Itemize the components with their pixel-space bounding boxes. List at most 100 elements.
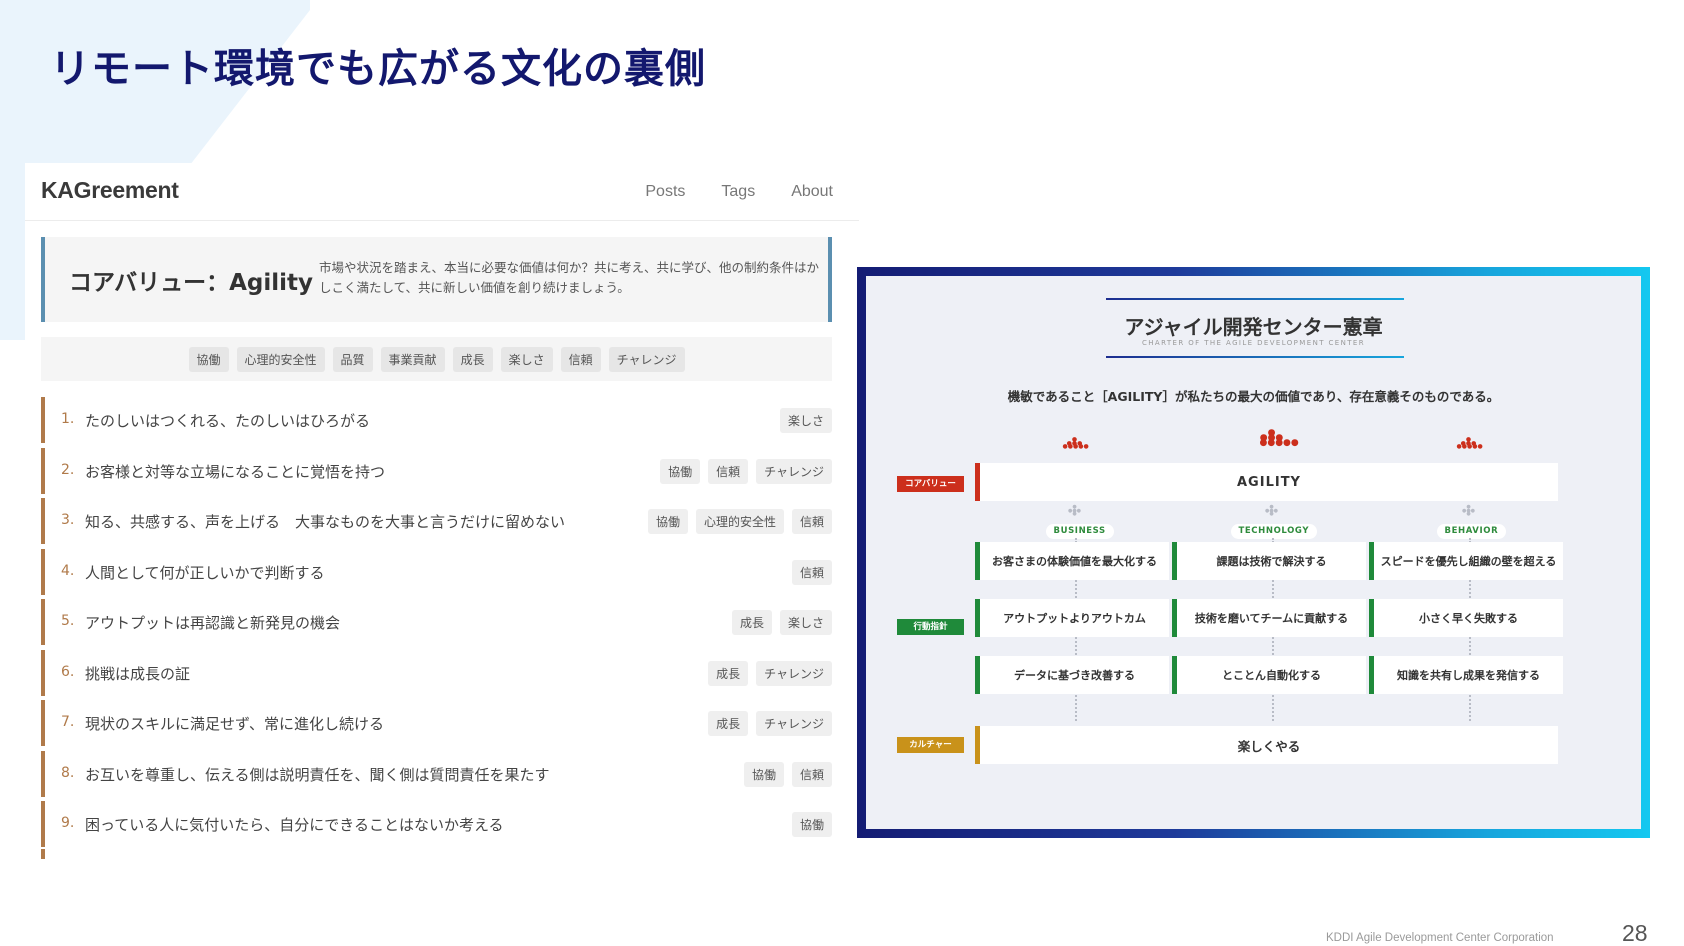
value-tags: 信頼 <box>791 559 832 585</box>
value-number: 5. <box>61 613 75 629</box>
dot-triangle-icon: ● ●●● ●●●●● <box>1062 436 1089 450</box>
action-card: とことん自動化する <box>1177 656 1366 694</box>
action-card: 課題は技術で解決する <box>1177 542 1366 580</box>
value-item[interactable]: 2. お客様と対等な立場になることに覚悟を持つ 協働 信頼 チャレンジ <box>41 447 832 494</box>
dotted-connector <box>1074 580 1077 598</box>
value-tags: 協働 <box>791 812 832 837</box>
value-tag[interactable]: 協働 <box>743 761 784 787</box>
value-item[interactable]: 8. お互いを尊重し、伝える側は説明責任を、聞く側は質問責任を果たす 協働 信頼 <box>41 750 832 797</box>
value-text[interactable]: アウトプットは再認識と新発見の機会 <box>85 612 340 633</box>
values-list: 1. たのしいはつくれる、たのしいはひろがる 楽しさ 2. お客様と対等な立場になること… <box>41 397 832 852</box>
dotted-connector <box>1271 637 1274 655</box>
tag-filter[interactable]: 楽しさ <box>500 346 553 372</box>
value-text[interactable]: お客様と対等な立場になることに覚悟を持つ <box>85 461 385 482</box>
core-value-label: コアバリュー <box>897 476 964 492</box>
dot-cross-icon: ● ●●● ● <box>1461 504 1476 517</box>
dot-cross-icon: ● ●●● ● <box>1067 504 1082 517</box>
column-pill: BEHAVIOR <box>1436 524 1507 539</box>
value-tag[interactable]: 楽しさ <box>779 408 832 433</box>
tag-filter-bar: 協働 心理的安全性 品質 事業貢献 成長 楽しさ 信頼 チャレンジ <box>41 337 832 381</box>
dotted-connector <box>1468 580 1471 598</box>
dot-triangle-icon: ● ●●● ●●●●● <box>1456 436 1483 450</box>
value-number: 4. <box>61 562 75 579</box>
value-tag[interactable]: 協働 <box>660 458 701 484</box>
value-tag[interactable]: 信頼 <box>791 559 832 585</box>
value-tag[interactable]: 成長 <box>731 610 772 635</box>
value-tags: 楽しさ <box>779 408 832 433</box>
value-tag[interactable]: 成長 <box>708 660 749 686</box>
value-text[interactable]: 挑戦は成長の証 <box>85 663 190 684</box>
action-card: スピードを優先し組織の壁を超える <box>1374 542 1563 580</box>
value-tags: 成長 チャレンジ <box>708 660 832 686</box>
value-item[interactable]: 1. たのしいはつくれる、たのしいはひろがる 楽しさ <box>41 397 832 443</box>
value-tag[interactable]: 心理的安全性 <box>695 509 784 534</box>
hero-description: 市場や状況を踏まえ、本当に必要な価値は何か？共に考え、共に学び、他の制約条件はか… <box>319 260 820 295</box>
value-tags: 協働 心理的安全性 信頼 <box>647 509 832 534</box>
value-item[interactable]: 4. 人間として何が正しいかで判断する 信頼 <box>41 548 832 595</box>
value-item[interactable]: 3. 知る、共感する、声を上げる 大事なものを大事と言うだけに留めない 協働 心理的安… <box>41 498 832 544</box>
tag-filter[interactable]: 信頼 <box>560 346 601 372</box>
slide-title: リモート環境でも広がる文化の裏側 <box>50 46 706 92</box>
dotted-connector <box>1468 695 1471 721</box>
value-text[interactable]: 知る、共感する、声を上げる 大事なものを大事と言うだけに留めない <box>85 511 565 532</box>
value-tag[interactable]: チャレンジ <box>756 711 832 736</box>
action-card: アウトプットよりアウトカム <box>980 599 1169 637</box>
value-item[interactable]: 7. 現状のスキルに満足せず、常に進化し続ける 成長 チャレンジ <box>41 700 832 746</box>
value-tag[interactable]: チャレンジ <box>756 660 832 686</box>
charter-mission: 機敏であること［AGILITY］が私たちの最大の価値であり、存在意義そのものであ… <box>1007 389 1500 404</box>
value-text[interactable]: 現状のスキルに満足せず、常に進化し続ける <box>85 713 384 734</box>
value-tag[interactable]: 信頼 <box>791 509 832 534</box>
dot-triangle-icon: ● ●●● ●●●●● <box>1259 428 1299 448</box>
value-tag[interactable]: 成長 <box>708 711 749 736</box>
charter-image: アジャイル開発センター憲章 CHARTER OF THE AGILE DEVEL… <box>857 267 1650 838</box>
nav-posts[interactable]: Posts <box>645 183 685 201</box>
tag-filter[interactable]: 品質 <box>332 346 373 372</box>
value-tag[interactable]: 信頼 <box>791 761 832 787</box>
column-pill: BUSINESS <box>1045 524 1114 539</box>
action-card: データに基づき改善する <box>980 656 1169 694</box>
value-tags: 成長 チャレンジ <box>708 711 832 736</box>
value-text[interactable]: お互いを尊重し、伝える側は説明責任を、聞く側は質問責任を果たす <box>85 764 550 785</box>
action-guideline-label: 行動指針 <box>897 619 964 635</box>
charter-panel: アジャイル開発センター憲章 CHARTER OF THE AGILE DEVEL… <box>866 276 1641 829</box>
nav-tags[interactable]: Tags <box>721 183 755 201</box>
value-number: 7. <box>61 714 75 730</box>
action-card: お客さまの体験価値を最大化する <box>980 542 1169 580</box>
nav-about[interactable]: About <box>791 183 833 201</box>
culture-card: 楽しくやる <box>980 726 1558 764</box>
value-item[interactable]: 5. アウトプットは再認識と新発見の機会 成長 楽しさ <box>41 599 832 645</box>
tag-filter[interactable]: チャレンジ <box>608 346 685 372</box>
value-tag[interactable]: 協働 <box>647 509 688 534</box>
dot-cross-icon: ● ●●● ● <box>1264 504 1279 517</box>
value-tag[interactable]: 楽しさ <box>779 610 832 635</box>
dotted-connector <box>1271 580 1274 598</box>
tag-filter[interactable]: 協働 <box>188 346 229 372</box>
value-number: 9. <box>61 815 75 831</box>
tag-filter[interactable]: 成長 <box>452 346 493 372</box>
value-tags: 成長 楽しさ <box>731 610 832 635</box>
tag-filter[interactable]: 事業貢献 <box>380 346 445 372</box>
hero-title: コアバリュー：Agility <box>69 270 313 296</box>
value-tag[interactable]: 協働 <box>791 812 832 837</box>
charter-title: アジャイル開発センター憲章 <box>1124 315 1383 339</box>
site-brand[interactable]: KAGreement <box>41 177 179 204</box>
dotted-connector <box>1074 695 1077 721</box>
value-item[interactable]: 6. 挑戦は成長の証 成長 チャレンジ <box>41 649 832 696</box>
list-tail-marker <box>41 849 45 859</box>
value-text[interactable]: 困っている人に気付いたら、自分にできることはないか考える <box>85 814 504 835</box>
dotted-connector <box>1271 695 1274 721</box>
tag-filter[interactable]: 心理的安全性 <box>236 346 325 372</box>
action-card: 小さく早く失敗する <box>1374 599 1563 637</box>
action-card: 知識を共有し成果を発信する <box>1374 656 1563 694</box>
site-nav: Posts Tags About <box>645 183 833 201</box>
value-tag[interactable]: チャレンジ <box>756 458 832 484</box>
dotted-connector <box>1074 637 1077 655</box>
core-value-card: AGILITY <box>980 463 1558 501</box>
site-header: KAGreement Posts Tags About <box>25 163 859 221</box>
page-number: 28 <box>1622 920 1648 946</box>
value-tag[interactable]: 信頼 <box>708 458 749 484</box>
value-text[interactable]: たのしいはつくれる、たのしいはひろがる <box>85 410 370 431</box>
title-rule-bottom <box>1106 356 1404 358</box>
value-item[interactable]: 9. 困っている人に気付いたら、自分にできることはないか考える 協働 <box>41 801 832 847</box>
value-text[interactable]: 人間として何が正しいかで判断する <box>85 562 325 583</box>
